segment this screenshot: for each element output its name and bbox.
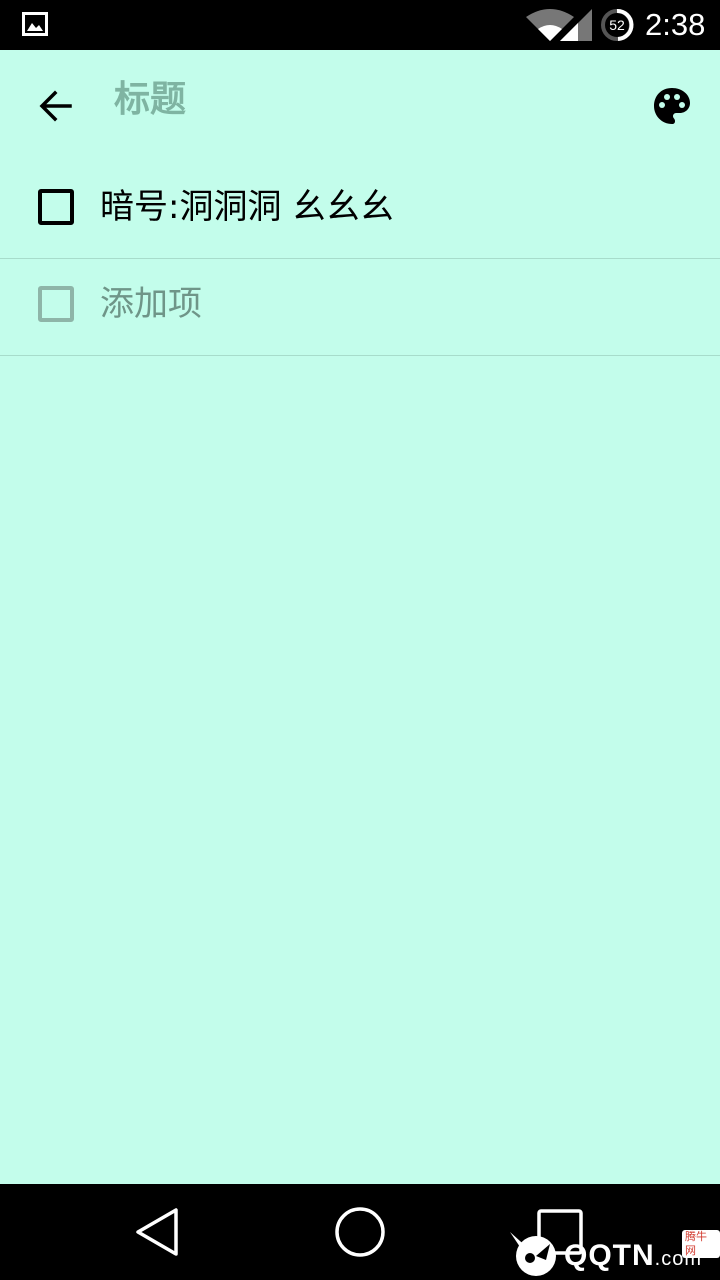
add-item-checkbox	[38, 286, 74, 322]
item-checkbox[interactable]	[38, 189, 74, 225]
add-item-input[interactable]: 添加项	[100, 279, 202, 329]
image-notification-icon	[22, 12, 48, 36]
status-clock: 2:38	[645, 7, 706, 42]
nav-back-icon[interactable]	[134, 1206, 182, 1258]
nav-home-icon[interactable]	[332, 1206, 388, 1258]
watermark-brand: QQTN	[564, 1239, 655, 1272]
status-bar: 52 2:38	[0, 0, 720, 50]
add-item-row: 添加项	[0, 259, 720, 356]
battery-level: 52	[609, 17, 625, 33]
screen: 52 2:38 标题 暗号:洞洞洞 幺幺幺 添加项 QQTN.com 腾牛网	[0, 0, 720, 1280]
checklist-item: 暗号:洞洞洞 幺幺幺	[0, 162, 720, 259]
palette-icon[interactable]	[652, 86, 692, 126]
watermark: QQTN.com 腾牛网	[506, 1226, 720, 1280]
cell-signal-icon	[560, 9, 592, 41]
title-input[interactable]: 标题	[114, 74, 514, 126]
watermark-logo-icon	[510, 1232, 556, 1276]
back-arrow-icon[interactable]	[36, 86, 76, 126]
watermark-tag: 腾牛网	[682, 1230, 720, 1258]
item-text[interactable]: 暗号:洞洞洞 幺幺幺	[100, 182, 394, 232]
